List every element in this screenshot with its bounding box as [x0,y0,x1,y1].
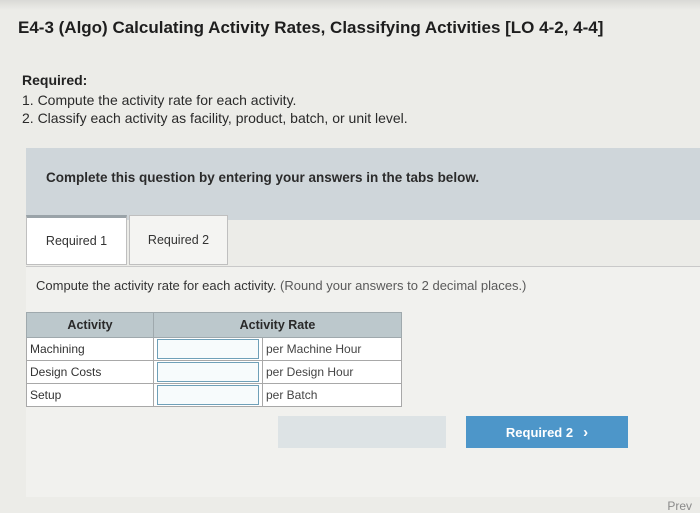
activity-rate-table: Activity Activity Rate Machining per Mac… [26,312,402,407]
tab-required-2[interactable]: Required 2 [129,215,228,265]
tab-required-1-label: Required 1 [45,234,108,248]
requirement-1: 1. Compute the activity rate for each ac… [22,92,297,108]
instruction-banner: Complete this question by entering your … [26,148,700,220]
machining-rate-input[interactable] [157,339,259,359]
next-required-2-button[interactable]: Required 2 › [466,416,628,448]
page-title: E4-3 (Algo) Calculating Activity Rates, … [18,18,604,37]
next-button-label: Required 2 [505,424,574,440]
prev-link[interactable]: Prev [667,499,692,513]
setup-rate-input[interactable] [157,385,259,405]
table-row: Setup per Batch [26,383,402,407]
rate-cell [153,360,263,384]
rate-unit: per Batch [262,383,402,407]
panel-instruction: Compute the activity rate for each activ… [36,278,526,293]
rate-cell [153,383,263,407]
requirement-2: 2. Classify each activity as facility, p… [22,110,408,126]
activity-name: Machining [26,337,154,361]
rate-unit: per Machine Hour [262,337,402,361]
table-row: Design Costs per Design Hour [26,360,402,384]
table-row: Machining per Machine Hour [26,337,402,361]
chevron-right-icon: › [583,423,589,441]
rate-cell [153,337,263,361]
rate-unit: per Design Hour [262,360,402,384]
rounding-note: (Round your answers to 2 decimal places.… [280,278,527,293]
column-header-activity-rate: Activity Rate [153,312,402,338]
required-heading: Required: [22,72,88,88]
top-divider [0,0,700,10]
activity-name: Setup [26,383,154,407]
instruction-text: Compute the activity rate for each activ… [36,278,277,293]
table-header-row: Activity Activity Rate [26,312,402,338]
design-costs-rate-input[interactable] [157,362,259,382]
tab-panel: Compute the activity rate for each activ… [26,266,700,497]
previous-tab-button-disabled [278,416,446,448]
banner-text: Complete this question by entering your … [46,170,480,185]
activity-name: Design Costs [26,360,154,384]
column-header-activity: Activity [26,312,154,338]
tab-required-2-label: Required 2 [147,233,210,247]
tab-required-1[interactable]: Required 1 [26,215,127,265]
